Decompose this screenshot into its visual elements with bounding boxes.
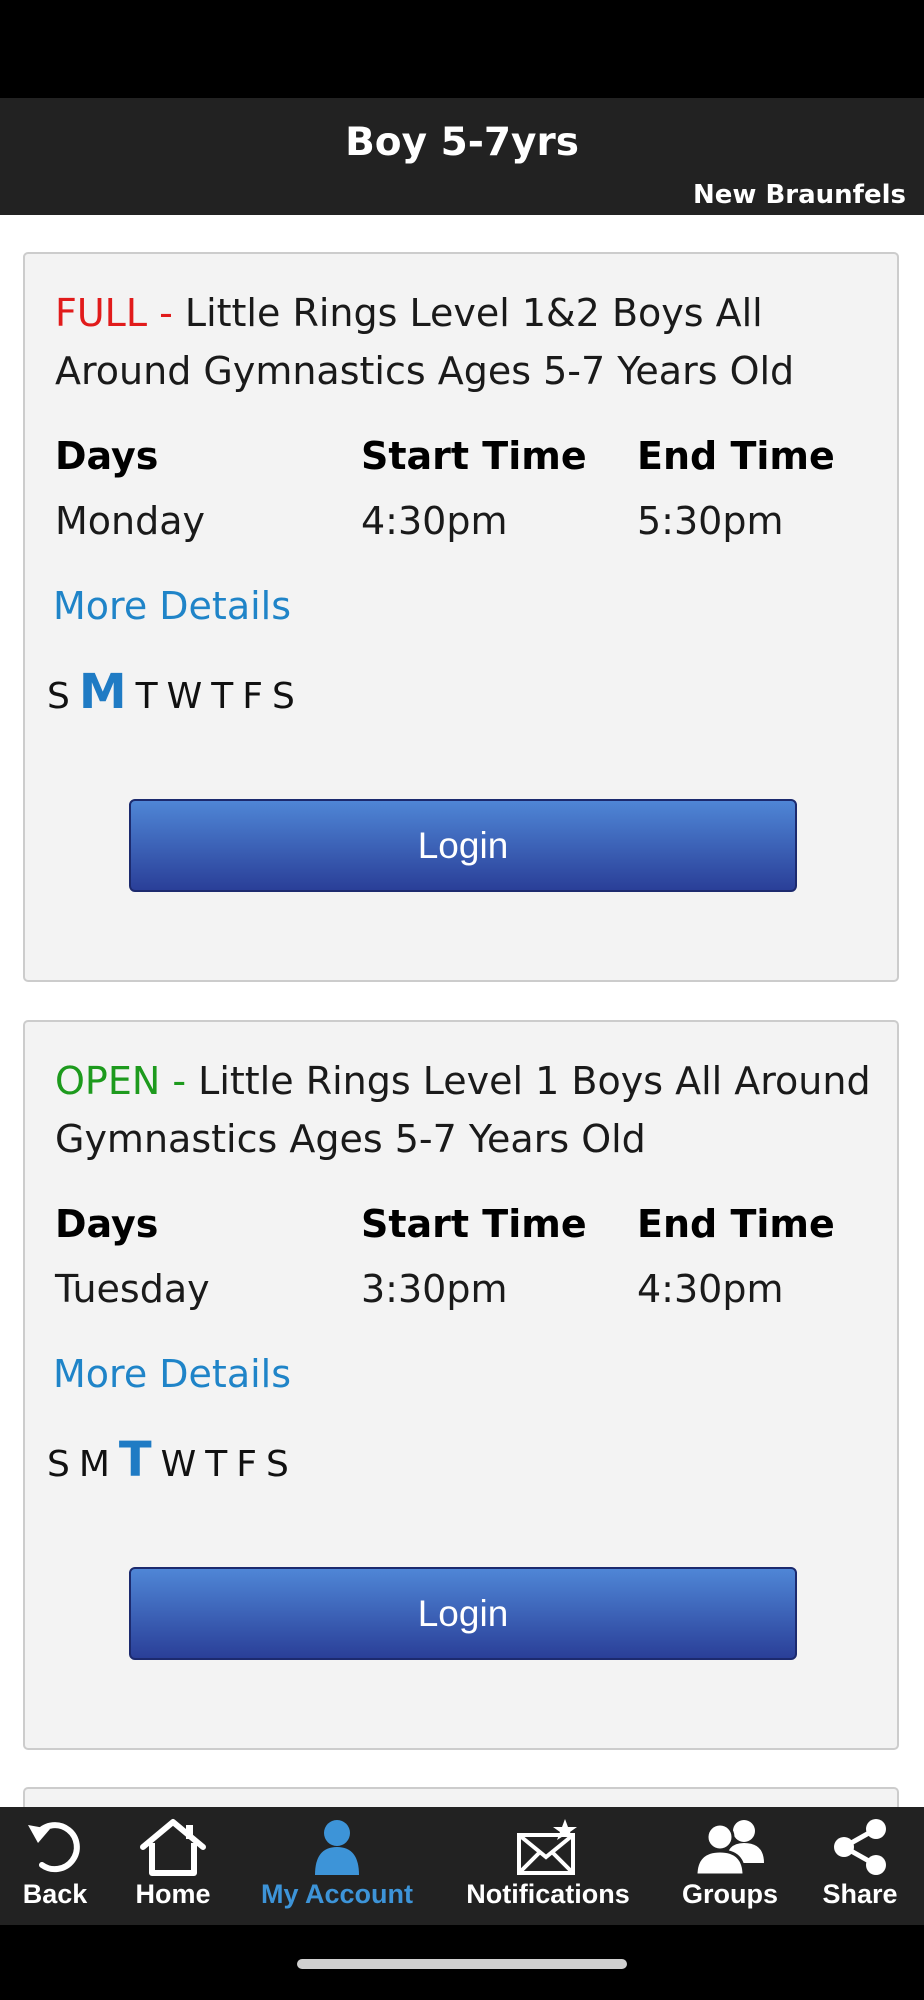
weekday-wed: W [166,676,203,717]
class-list[interactable]: FULL - Little Rings Level 1&2 Boys All A… [0,215,924,1807]
page-title: Boy 5-7yrs [345,120,579,165]
days-header: Days [55,1202,159,1246]
person-icon [312,1807,362,1877]
tab-groups-label: Groups [681,1879,778,1909]
more-details-link[interactable]: More Details [53,584,291,628]
tab-back-label: Back [22,1879,88,1909]
weekday-fri: F [236,1444,257,1485]
location-label: New Braunfels [692,180,906,210]
tab-back[interactable]: Back [14,1807,96,1925]
home-indicator-area [0,1925,924,2000]
login-button[interactable]: Login [129,799,797,892]
weekday-mon-active: M [78,664,127,720]
day-value: Monday [55,499,206,543]
status-open-label: OPEN - [55,1059,187,1103]
back-arrow-icon [24,1807,86,1877]
weekday-sat: S [271,676,295,717]
status-full-label: FULL - [55,291,173,335]
weekday-tue: T [135,676,158,717]
tab-groups[interactable]: Groups [680,1807,780,1925]
people-icon [690,1807,770,1877]
start-time-header: Start Time [361,434,587,478]
end-time-value: 5:30pm [637,499,784,543]
bottom-tab-bar: Back Home My Account Notifications Group… [0,1807,924,1925]
share-icon [830,1807,890,1877]
weekday-tue-active: T [118,1432,152,1488]
weekday-sun: S [47,1444,70,1485]
tab-my-account[interactable]: My Account [256,1807,418,1925]
class-card: OPEN - Little Rings Level 1 Boys All Aro… [23,1020,899,1750]
class-title: FULL - Little Rings Level 1&2 Boys All A… [55,284,875,400]
days-header: Days [55,434,159,478]
login-button[interactable]: Login [129,1567,797,1660]
class-title: OPEN - Little Rings Level 1 Boys All Aro… [55,1052,875,1168]
tab-home-label: Home [135,1879,211,1909]
home-indicator[interactable] [297,1959,627,1969]
tab-notifications-label: Notifications [466,1879,630,1909]
tab-my-account-label: My Account [260,1879,413,1909]
day-value: Tuesday [55,1267,210,1311]
envelope-star-icon [515,1807,581,1877]
class-card-partial [23,1787,899,1807]
end-time-value: 4:30pm [637,1267,784,1311]
tab-home[interactable]: Home [128,1807,218,1925]
weekday-wed: W [160,1444,197,1485]
weekday-mon: M [78,1444,110,1485]
more-details-link[interactable]: More Details [53,1352,291,1396]
class-card: FULL - Little Rings Level 1&2 Boys All A… [23,252,899,982]
weekday-sun: S [47,676,70,717]
start-time-value: 3:30pm [361,1267,508,1311]
start-time-header: Start Time [361,1202,587,1246]
weekday-fri: F [242,676,263,717]
weekday-thu: T [211,676,234,717]
weekday-sat: S [266,1444,289,1485]
home-icon [138,1807,208,1877]
start-time-value: 4:30pm [361,499,508,543]
tab-notifications[interactable]: Notifications [460,1807,636,1925]
tab-share-label: Share [822,1879,898,1909]
end-time-header: End Time [637,1202,835,1246]
weekday-thu: T [205,1444,228,1485]
end-time-header: End Time [637,434,835,478]
weekday-indicator: S M T W T F S [47,664,304,724]
app-header: Boy 5-7yrs New Braunfels [0,98,924,215]
weekday-indicator: S M T W T F S [47,1432,298,1492]
status-bar [0,0,924,98]
tab-share[interactable]: Share [818,1807,902,1925]
